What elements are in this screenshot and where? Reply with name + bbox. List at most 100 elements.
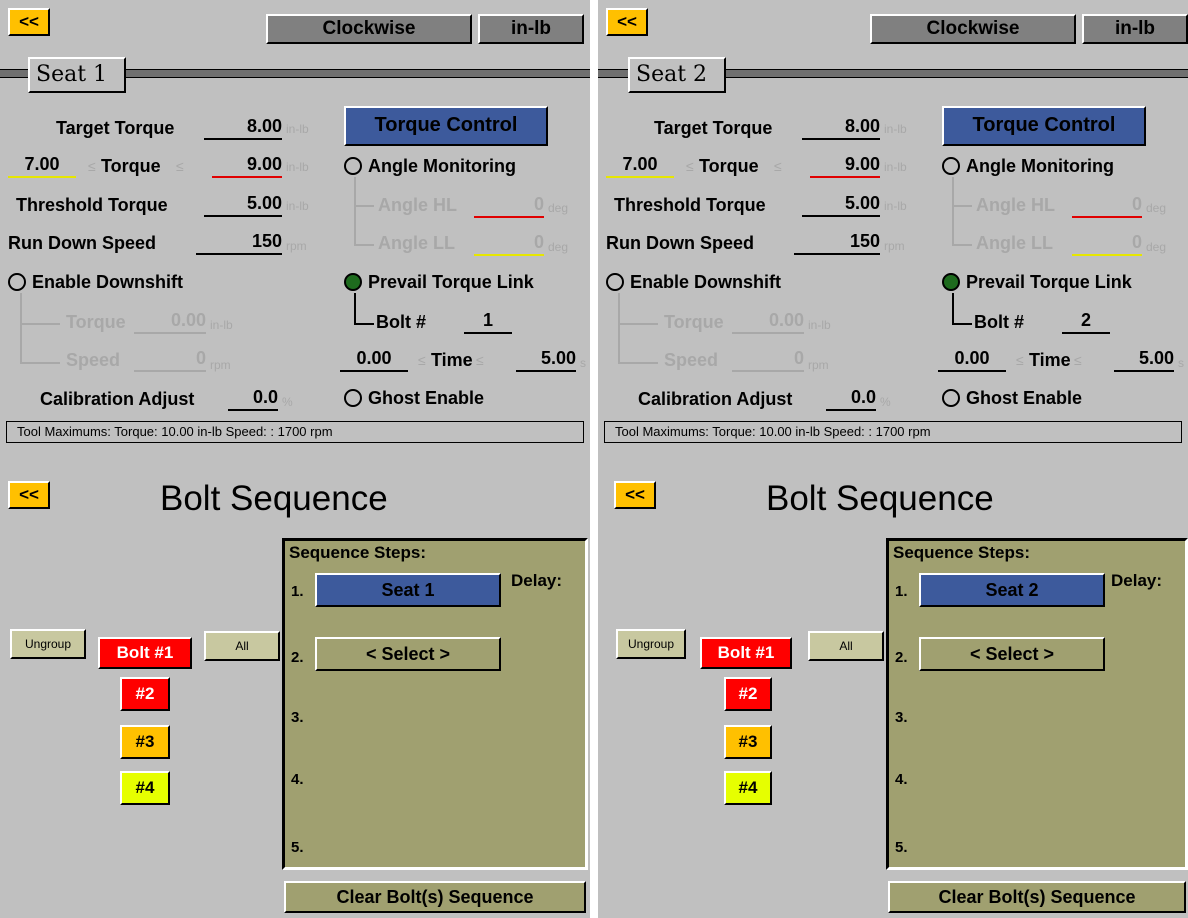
run-down-speed-field[interactable]: 150 [794, 229, 880, 255]
enable-downshift-label: Enable Downshift [630, 272, 782, 292]
enable-downshift-radio[interactable] [8, 273, 26, 291]
bolt-2-button[interactable]: #2 [120, 677, 170, 711]
angle-hl-field[interactable]: 0 [474, 192, 544, 218]
step-2-selector[interactable]: < Select > [919, 637, 1105, 671]
ghost-enable-radio[interactable] [942, 389, 960, 407]
bolt-2-button[interactable]: #2 [724, 677, 772, 711]
downshift-speed-field[interactable]: 0 [134, 346, 206, 372]
downshift-torque-unit: in-lb [808, 318, 831, 332]
calibration-adjust-label: Calibration Adjust [40, 389, 195, 409]
clear-sequence-button[interactable]: Clear Bolt(s) Sequence [284, 881, 586, 913]
threshold-torque-unit: in-lb [884, 199, 907, 213]
step-1-selector[interactable]: Seat 1 [315, 573, 501, 607]
seat-tab[interactable]: Seat 2 [628, 57, 726, 93]
all-button[interactable]: All [808, 631, 884, 661]
ghost-enable-radio[interactable] [344, 389, 362, 407]
le-symbol: ≤ [476, 352, 484, 368]
prevail-torque-link-label: Prevail Torque Link [966, 272, 1132, 292]
bolt-sequence-screen-1: << Bolt Sequence Ungroup All Bolt #1 #2 … [0, 459, 590, 918]
le-symbol: ≤ [686, 158, 694, 174]
tree-connector [354, 177, 374, 207]
bolt-1-button[interactable]: Bolt #1 [700, 637, 792, 669]
calibration-adjust-label: Calibration Adjust [638, 389, 793, 409]
angle-ll-field[interactable]: 0 [474, 230, 544, 256]
calibration-adjust-field[interactable]: 0.0 [228, 385, 278, 411]
time-high-field[interactable]: 5.00 [1114, 346, 1174, 372]
step-number: 1. [291, 583, 304, 600]
target-torque-field[interactable]: 8.00 [802, 114, 880, 140]
time-low-field[interactable]: 0.00 [938, 346, 1006, 372]
target-torque-unit: in-lb [884, 122, 907, 136]
bolt-number-label: Bolt # [376, 312, 427, 332]
step-number: 1. [895, 583, 908, 600]
sequence-steps-panel: Sequence Steps: Delay: 1. Seat 1 2. < Se… [282, 538, 588, 870]
torque-control-button[interactable]: Torque Control [942, 106, 1146, 146]
tree-connector [618, 322, 658, 364]
step-2-selector[interactable]: < Select > [315, 637, 501, 671]
time-label: Time [1029, 350, 1071, 370]
ungroup-button[interactable]: Ungroup [616, 629, 686, 659]
downshift-torque-label: Torque [66, 312, 126, 332]
tree-connector [20, 322, 60, 364]
prevail-torque-link-radio[interactable] [344, 273, 362, 291]
time-label: Time [431, 350, 473, 370]
clear-sequence-button[interactable]: Clear Bolt(s) Sequence [888, 881, 1186, 913]
time-high-field[interactable]: 5.00 [516, 346, 576, 372]
status-bar: Tool Maximums: Torque: 10.00 in-lb Speed… [6, 421, 584, 443]
downshift-torque-field[interactable]: 0.00 [732, 308, 804, 334]
torque-high-unit: in-lb [884, 160, 907, 174]
delay-label: Delay: [1111, 571, 1163, 590]
torque-low-field[interactable]: 7.00 [8, 152, 76, 178]
step-number: 3. [291, 709, 304, 726]
units-button[interactable]: in-lb [1082, 14, 1188, 44]
ghost-enable-label: Ghost Enable [368, 388, 485, 408]
seat-tab[interactable]: Seat 1 [28, 57, 126, 93]
back-button[interactable]: << [614, 481, 656, 509]
threshold-torque-field[interactable]: 5.00 [802, 191, 880, 217]
torque-low-field[interactable]: 7.00 [606, 152, 674, 178]
downshift-torque-field[interactable]: 0.00 [134, 308, 206, 334]
back-button[interactable]: << [8, 8, 50, 36]
le-symbol: ≤ [1016, 352, 1024, 368]
le-symbol: ≤ [88, 158, 96, 174]
angle-ll-field[interactable]: 0 [1072, 230, 1142, 256]
status-bar: Tool Maximums: Torque: 10.00 in-lb Speed… [604, 421, 1182, 443]
units-button[interactable]: in-lb [478, 14, 584, 44]
torque-control-button[interactable]: Torque Control [344, 106, 548, 146]
bolt-3-button[interactable]: #3 [120, 725, 170, 759]
direction-button[interactable]: Clockwise [266, 14, 472, 44]
bolt-number-field[interactable]: 1 [464, 308, 512, 334]
angle-hl-field[interactable]: 0 [1072, 192, 1142, 218]
run-down-speed-unit: rpm [286, 239, 307, 253]
run-down-speed-field[interactable]: 150 [196, 229, 282, 255]
direction-button[interactable]: Clockwise [870, 14, 1076, 44]
prevail-torque-link-radio[interactable] [942, 273, 960, 291]
bolt-number-field[interactable]: 2 [1062, 308, 1110, 334]
bolt-4-button[interactable]: #4 [724, 771, 772, 805]
ungroup-button[interactable]: Ungroup [10, 629, 86, 659]
torque-high-field[interactable]: 9.00 [810, 152, 880, 178]
angle-monitoring-radio[interactable] [344, 157, 362, 175]
angle-monitoring-radio[interactable] [942, 157, 960, 175]
step-number: 5. [291, 839, 304, 856]
all-button[interactable]: All [204, 631, 280, 661]
step-1-selector[interactable]: Seat 2 [919, 573, 1105, 607]
threshold-torque-field[interactable]: 5.00 [204, 191, 282, 217]
bolt-4-button[interactable]: #4 [120, 771, 170, 805]
bolt-3-button[interactable]: #3 [724, 725, 772, 759]
downshift-speed-field[interactable]: 0 [732, 346, 804, 372]
back-button[interactable]: << [606, 8, 648, 36]
calibration-adjust-field[interactable]: 0.0 [826, 385, 876, 411]
torque-high-unit: in-lb [286, 160, 309, 174]
downshift-speed-unit: rpm [210, 358, 231, 372]
seat-screen-1: << Clockwise in-lb Seat 1 Target Torque … [0, 0, 590, 459]
target-torque-field[interactable]: 8.00 [204, 114, 282, 140]
time-low-field[interactable]: 0.00 [340, 346, 408, 372]
torque-high-field[interactable]: 9.00 [212, 152, 282, 178]
angle-hl-unit: deg [548, 201, 569, 215]
bolt-1-button[interactable]: Bolt #1 [98, 637, 192, 669]
enable-downshift-radio[interactable] [606, 273, 624, 291]
time-high-unit: s [580, 356, 586, 370]
back-button[interactable]: << [8, 481, 50, 509]
le-symbol: ≤ [1074, 352, 1082, 368]
